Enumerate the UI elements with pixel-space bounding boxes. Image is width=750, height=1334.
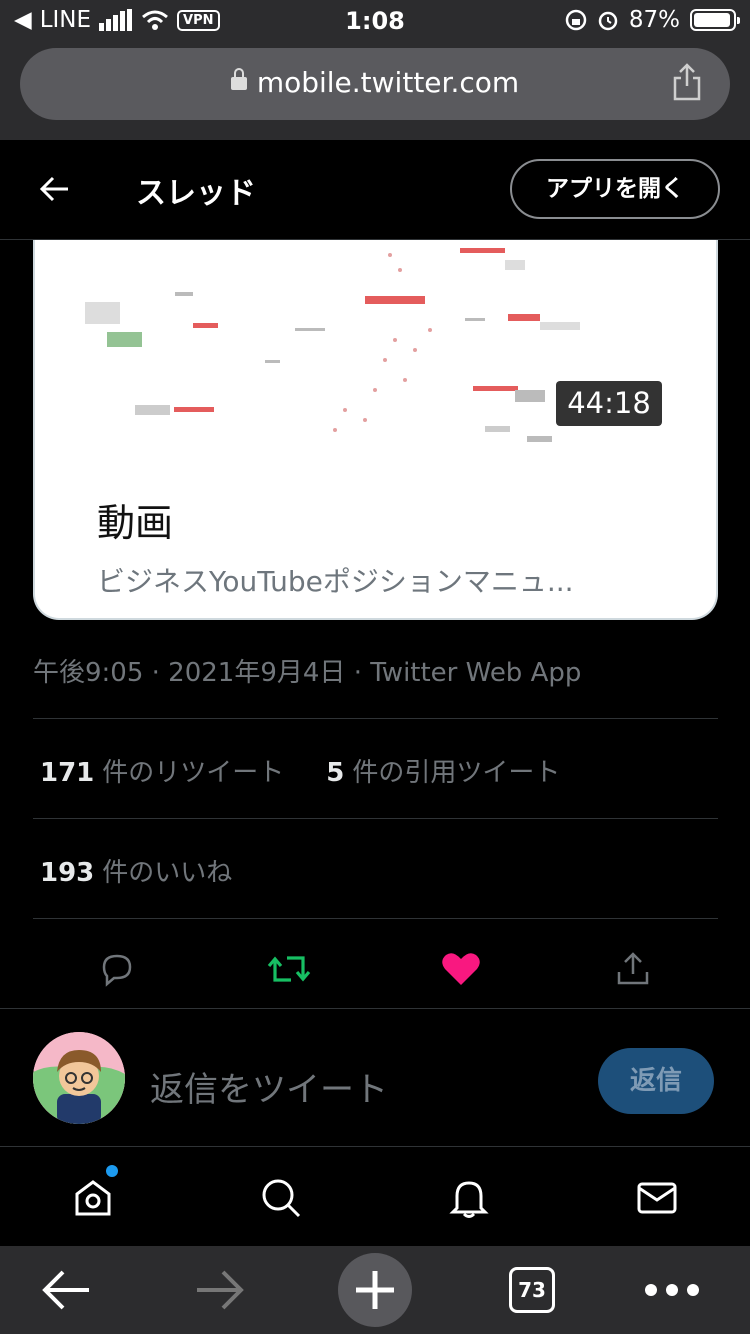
status-right: 87%	[565, 7, 740, 33]
tab-count: 73	[509, 1267, 555, 1313]
divider	[33, 718, 718, 719]
reply-icon[interactable]	[92, 944, 142, 994]
url-bar[interactable]: mobile.twitter.com	[20, 48, 730, 120]
back-arrow-icon[interactable]	[36, 1260, 96, 1320]
back-arrow-icon[interactable]	[38, 172, 72, 206]
url-text: mobile.twitter.com	[256, 66, 520, 99]
retweets-count: 171	[40, 758, 95, 788]
forward-arrow-icon[interactable]	[190, 1260, 250, 1320]
page-title: スレッド	[136, 176, 256, 211]
tabs-icon[interactable]: 73	[507, 1260, 557, 1320]
like-icon[interactable]	[436, 944, 486, 994]
lock-icon	[230, 68, 247, 90]
likes-link[interactable]: 193 件のいいね	[40, 852, 232, 889]
reply-button[interactable]: 返信	[598, 1048, 714, 1114]
rotation-lock-icon	[565, 9, 587, 31]
more-icon[interactable]	[640, 1260, 704, 1320]
retweets-link[interactable]: 171 件のリツイート	[40, 752, 284, 789]
browser-share-icon[interactable]	[672, 62, 702, 102]
avatar[interactable]	[33, 1032, 125, 1124]
like-stats: 193 件のいいね	[40, 852, 232, 889]
tweet-actions	[0, 930, 750, 1008]
card-description: ビジネスYouTubeポジションマニュ...	[97, 565, 574, 598]
browser-toolbar: 73	[0, 1246, 750, 1334]
alarm-icon	[598, 11, 618, 31]
divider	[0, 1008, 750, 1009]
home-icon[interactable]	[68, 1173, 118, 1223]
reply-input[interactable]: 返信をツイート	[150, 1062, 388, 1111]
divider	[33, 818, 718, 819]
open-app-button[interactable]: アプリを開く	[510, 159, 720, 219]
bottom-nav	[0, 1146, 750, 1246]
divider	[33, 918, 718, 919]
quotes-label: 件の引用ツイート	[352, 758, 561, 788]
notifications-icon[interactable]	[444, 1173, 494, 1223]
status-bar: ◀ LINE VPN 1:08 87%	[0, 0, 750, 40]
battery-icon	[690, 9, 740, 31]
retweet-icon[interactable]	[264, 944, 314, 994]
tweet-timestamp[interactable]: 午後9:05 · 2021年9月4日 · Twitter Web App	[33, 652, 581, 689]
quotes-count: 5	[326, 758, 345, 788]
home-notification-dot	[106, 1165, 118, 1177]
video-thumbnail[interactable]	[35, 240, 718, 460]
video-duration: 44:18	[556, 381, 662, 426]
share-icon[interactable]	[608, 944, 658, 994]
new-tab-plus-icon[interactable]	[338, 1253, 412, 1327]
url-text-wrap: mobile.twitter.com	[20, 66, 730, 99]
messages-icon[interactable]	[632, 1173, 682, 1223]
retweets-label: 件のリツイート	[102, 758, 285, 788]
battery-percent: 87%	[628, 7, 680, 33]
video-card[interactable]: 44:18 動画 ビジネスYouTubeポジションマニュ...	[33, 240, 718, 620]
browser-chrome: ◀ LINE VPN 1:08 87% mobile.twitter.com	[0, 0, 750, 140]
thread-header: スレッド アプリを開く	[0, 140, 750, 240]
likes-label: 件のいいね	[102, 858, 233, 888]
search-icon[interactable]	[256, 1173, 306, 1223]
quotes-link[interactable]: 5 件の引用ツイート	[326, 752, 560, 789]
card-title: 動画	[97, 501, 174, 545]
retweet-stats: 171 件のリツイート 5 件の引用ツイート	[40, 752, 560, 789]
likes-count: 193	[40, 858, 95, 888]
